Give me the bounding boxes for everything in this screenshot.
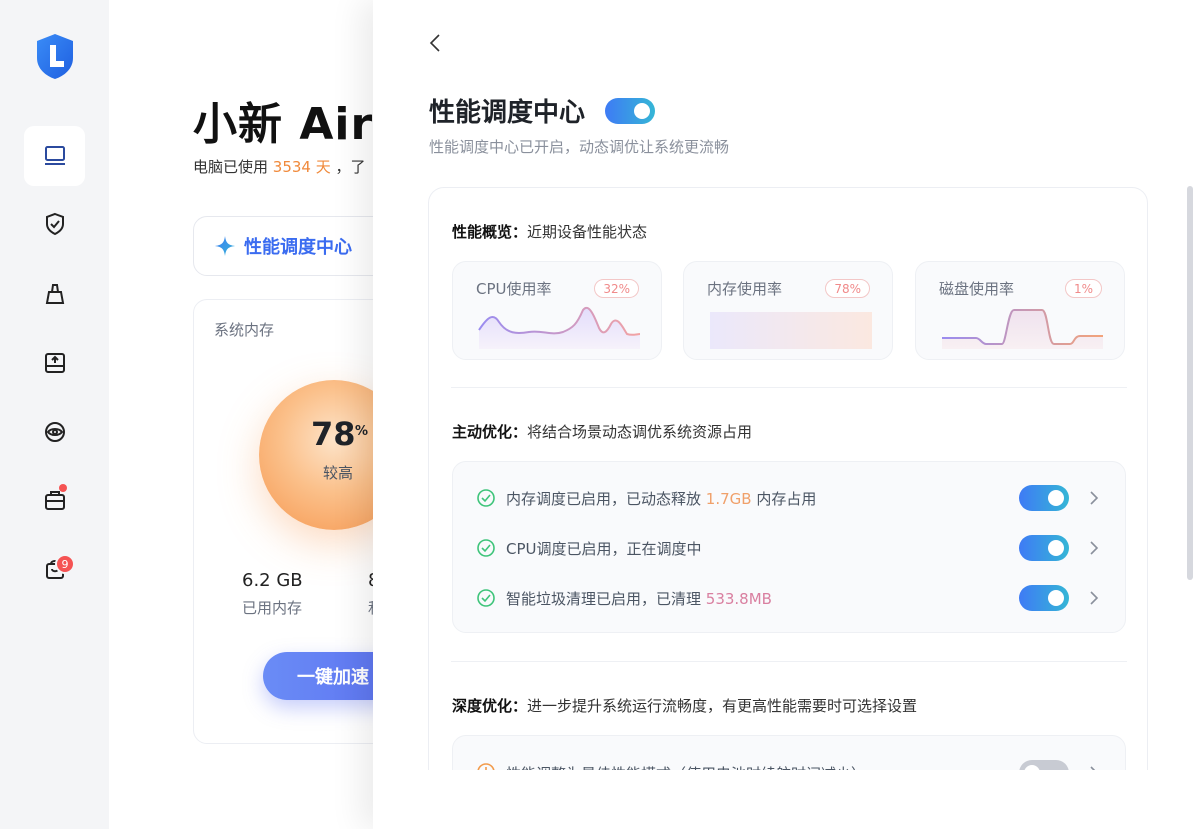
perf-center-button[interactable]: 性能调度中心 [193, 216, 373, 276]
scrollbar[interactable] [1187, 186, 1193, 580]
memory-status: 较高 [323, 464, 354, 482]
memory-percent-unit: % [355, 424, 369, 439]
sidebar-item-drive[interactable] [24, 333, 85, 393]
used-memory-value: 6.2 GB [242, 570, 303, 591]
memory-card-label: 系统内存 [214, 321, 275, 339]
opt-row-memory: 内存调度已启用，已动态释放 1.7GB 内存占用 [453, 478, 1127, 518]
active-opt-list: 内存调度已启用，已动态释放 1.7GB 内存占用 CPU调度已启用，正在调度中 … [452, 461, 1126, 633]
memory-opt-toggle[interactable] [1019, 485, 1069, 511]
memory-sparkline [710, 311, 872, 349]
sidebar-item-security[interactable] [24, 194, 85, 254]
usage-days: 3534 天 [272, 158, 331, 176]
deep-opt-heading: 深度优化：进一步提升系统运行流畅度，有更高性能需要时可选择设置 [452, 697, 918, 715]
notification-count-badge: 9 [55, 554, 75, 574]
metric-label: 内存使用率 [707, 280, 783, 298]
opt-row-text: CPU调度已启用，正在调度中 [506, 539, 702, 558]
sidebar-item-clean[interactable] [24, 264, 85, 324]
metric-value-badge: 78% [825, 279, 870, 298]
check-circle-icon [477, 489, 495, 507]
sidebar-item-device[interactable] [24, 126, 85, 186]
used-memory-label: 已用内存 [242, 599, 303, 617]
check-circle-icon [477, 589, 495, 607]
divider [451, 661, 1127, 662]
perf-center-drawer: 性能调度中心 性能调度中心已开启，动态调优让系统更流畅 性能概览：近期设备性能状… [373, 0, 1200, 829]
drawer-title: 性能调度中心 [429, 98, 586, 128]
notification-dot [59, 484, 67, 492]
perf-center-toggle[interactable] [605, 98, 655, 124]
perf-center-label: 性能调度中心 [244, 237, 352, 258]
eye-scan-icon [44, 422, 65, 442]
drive-upload-icon [44, 353, 65, 373]
metric-card-cpu: CPU使用率 32% [452, 261, 662, 360]
sidebar-item-toolbox[interactable] [24, 470, 85, 530]
cpu-opt-toggle[interactable] [1019, 535, 1069, 561]
back-button[interactable] [423, 30, 447, 56]
sidebar-item-privacy[interactable] [24, 402, 85, 462]
metric-card-disk: 磁盘使用率 1% [915, 261, 1125, 360]
app-logo-icon [37, 34, 73, 79]
chevron-right-icon[interactable] [1087, 539, 1101, 557]
opt-row-text: 智能垃圾清理已启用，已清理 533.8MB [506, 589, 772, 608]
chevron-left-icon [429, 34, 440, 52]
sidebar: 9 [0, 0, 109, 829]
opt-row-cpu: CPU调度已启用，正在调度中 [453, 528, 1127, 568]
boost-button[interactable]: 一键加速 [263, 652, 373, 700]
disk-sparkline [942, 309, 1103, 349]
shield-check-icon [45, 212, 64, 236]
metric-value-badge: 32% [594, 279, 639, 298]
memory-gauge [259, 380, 373, 530]
bottom-mask [373, 770, 1200, 829]
overview-heading: 性能概览：近期设备性能状态 [452, 223, 648, 241]
check-circle-icon [477, 539, 495, 557]
junk-clean-opt-toggle[interactable] [1019, 585, 1069, 611]
laptop-icon [44, 146, 65, 165]
device-name: 小新 Air [193, 99, 373, 150]
metric-label: 磁盘使用率 [939, 280, 1015, 298]
metric-value-badge: 1% [1064, 279, 1102, 298]
memory-percent: 78 [311, 415, 356, 453]
cpu-sparkline [478, 307, 641, 349]
active-opt-heading: 主动优化：将结合场景动态调优系统资源占用 [452, 423, 753, 441]
drawer-subtitle: 性能调度中心已开启，动态调优让系统更流畅 [429, 138, 730, 156]
chevron-right-icon[interactable] [1087, 489, 1101, 507]
usage-summary: 电脑已使用 3534 天 ，了 [193, 158, 366, 176]
sidebar-item-store[interactable]: 9 [24, 539, 85, 599]
opt-row-junk-clean: 智能垃圾清理已启用，已清理 533.8MB [453, 578, 1127, 618]
metric-label: CPU使用率 [476, 280, 552, 298]
device-overview: 小新 Air 电脑已使用 3534 天 ，了 性能调度中心 系统内存 78 % … [109, 0, 373, 829]
sparkle-icon [215, 236, 235, 256]
divider [451, 387, 1127, 388]
metric-card-memory: 内存使用率 78% [683, 261, 893, 360]
perf-content-card: 性能概览：近期设备性能状态 CPU使用率 32% 内存使用率 78% 磁盘使用率… [428, 187, 1148, 787]
opt-row-text: 内存调度已启用，已动态释放 1.7GB 内存占用 [506, 489, 817, 508]
broom-icon [45, 284, 64, 304]
chevron-right-icon[interactable] [1087, 589, 1101, 607]
